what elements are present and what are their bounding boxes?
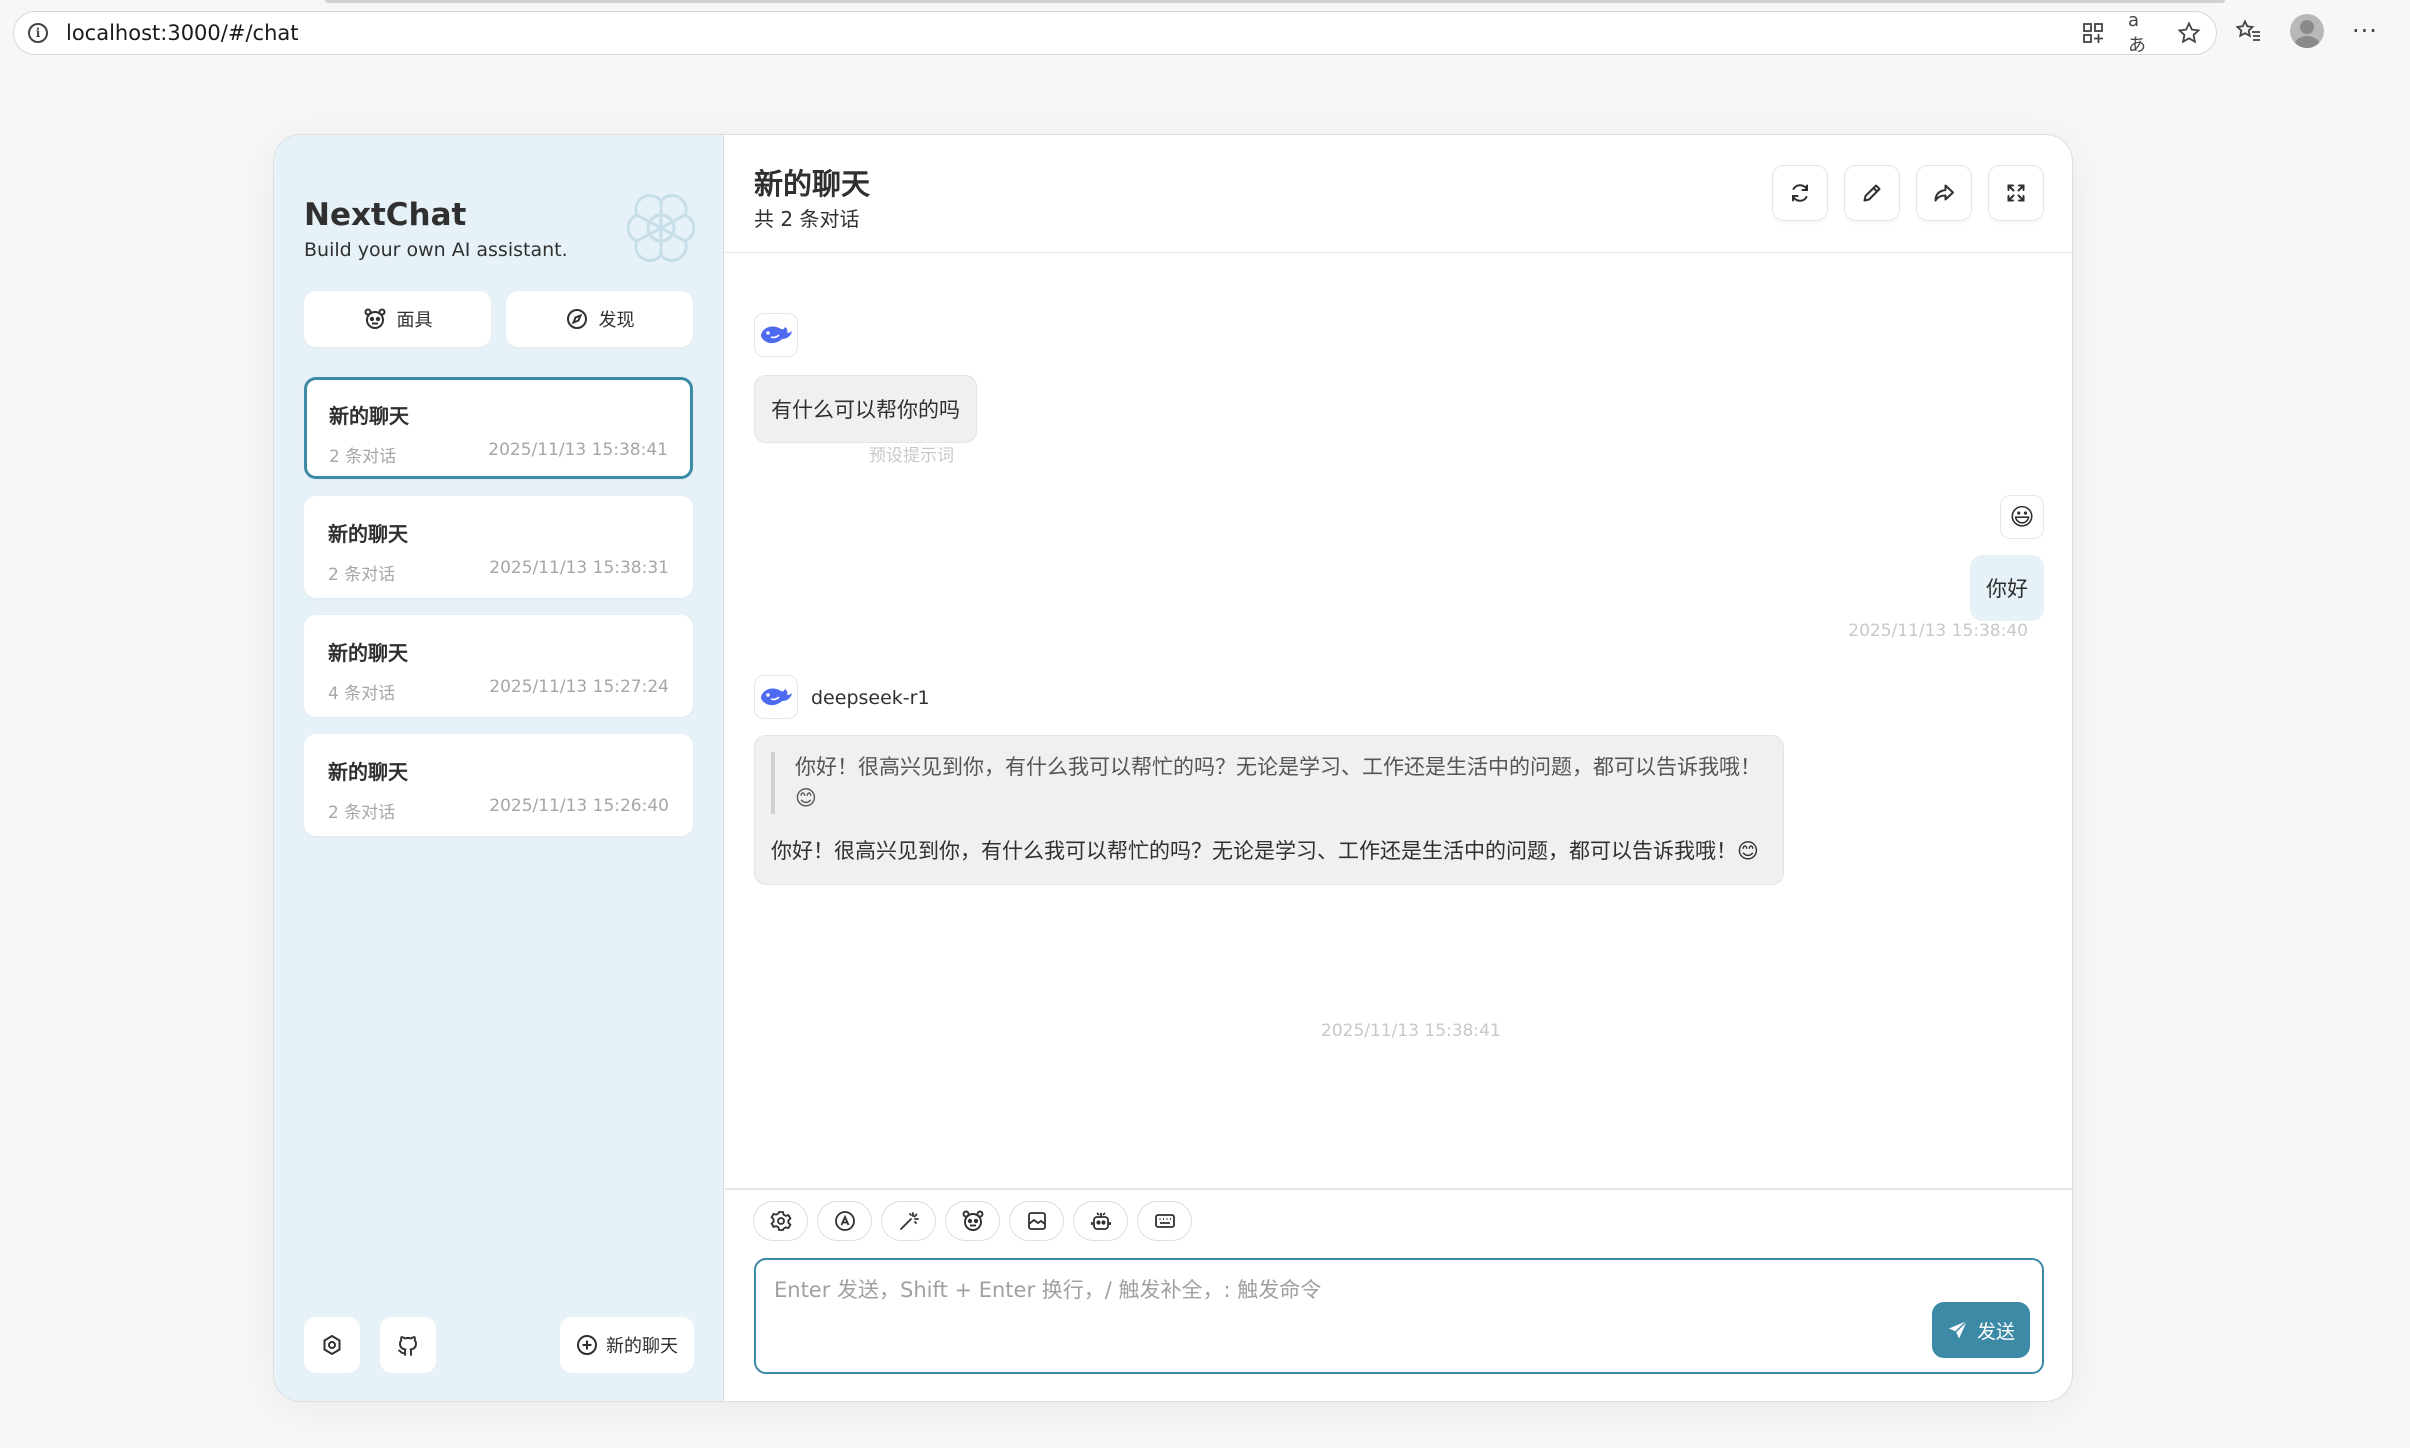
mask-button[interactable]: 面具 [304,291,491,347]
github-button[interactable] [380,1317,436,1373]
user-message[interactable]: 你好 [1970,555,2044,621]
chat-count: 2 条对话 [328,803,396,823]
discover-button[interactable]: 发现 [506,291,693,347]
fullscreen-button[interactable] [1988,165,2044,221]
clear-context-button[interactable] [1009,1201,1064,1241]
brand-title: NextChat [304,197,467,233]
github-icon [398,1336,417,1356]
send-icon [1948,1320,1968,1339]
prompt-button[interactable] [881,1201,936,1241]
refresh-button[interactable] [1772,165,1828,221]
add-circle-icon [577,1335,597,1355]
chat-count: 2 条对话 [329,447,397,467]
bot-avatar [754,675,798,719]
app-window: NextChat Build your own AI assistant. 面具… [273,134,2073,1402]
deepseek-whale-icon [761,688,792,706]
user-avatar: 😃 [2000,495,2044,539]
fullscreen-icon [2007,184,2025,202]
read-aloud-icon[interactable]: aあ [2128,10,2154,56]
chat-title: 新的聊天 [328,760,408,784]
message-text: 你好 [1986,577,2028,601]
brand-subtitle: Build your own AI assistant. [304,239,568,261]
mask-icon [962,1210,983,1231]
magic-wand-icon [899,1212,919,1230]
info-icon[interactable]: i [28,23,48,43]
url-text[interactable]: localhost:3000/#/chat [66,21,299,45]
mask-button-label: 面具 [396,310,433,331]
favorite-star-icon[interactable] [2176,20,2202,46]
chat-date: 2025/11/13 15:38:41 [488,440,668,460]
assistant-message[interactable]: 有什么可以帮你的吗 [754,375,977,443]
app-grid-icon[interactable] [2080,20,2106,46]
profile-icon[interactable] [2290,14,2324,48]
refresh-icon [1792,184,1808,202]
thinking-block: 你好！很高兴见到你，有什么我可以帮忙的吗？无论是学习、工作还是生活中的问题，都可… [771,752,1767,814]
settings-button[interactable] [304,1317,360,1373]
mask-icon [363,307,387,331]
share-icon [1934,184,1954,202]
chat-message-count: 共 2 条对话 [754,207,860,231]
pencil-icon [1863,184,1881,202]
chat-list-item[interactable]: 新的聊天 2 条对话 2025/11/13 15:38:41 [304,377,693,479]
mask-picker-button[interactable] [945,1201,1000,1241]
chat-list-item[interactable]: 新的聊天 2 条对话 2025/11/13 15:26:40 [304,734,693,836]
chat-panel: 新的聊天 共 2 条对话 有什么可以帮你的吗 预设提示词 😃 你好 2025/1… [725,135,2072,1401]
chat-count: 4 条对话 [328,684,396,704]
tab-strip [325,0,2225,3]
chat-list-item[interactable]: 新的聊天 2 条对话 2025/11/13 15:38:31 [304,496,693,598]
sidebar: NextChat Build your own AI assistant. 面具… [274,135,724,1401]
model-name: deepseek-r1 [811,687,930,709]
send-button-label: 发送 [1976,1320,2015,1343]
deepseek-whale-icon [761,326,792,344]
chat-date: 2025/11/13 15:26:40 [489,796,669,816]
more-icon[interactable]: ··· [2352,17,2378,45]
browser-toolbar: i localhost:3000/#/chat aあ ··· [0,0,2410,64]
message-time: 2025/11/13 15:38:40 [1848,621,2028,641]
auto-theme-icon [834,1211,855,1231]
send-button[interactable]: 发送 [1932,1302,2030,1358]
message-meta: 预设提示词 [869,446,954,466]
message-time: 2025/11/13 15:38:41 [1321,1021,1501,1041]
new-chat-button-label: 新的聊天 [606,1336,678,1357]
chat-input[interactable] [774,1274,1854,1354]
compass-icon [565,307,589,331]
chat-title-heading[interactable]: 新的聊天 [754,161,870,203]
chat-title: 新的聊天 [329,404,409,428]
favorites-list-icon[interactable] [2236,18,2262,44]
chat-settings-button[interactable] [753,1201,808,1241]
bot-avatar [754,313,798,357]
discover-button-label: 发现 [598,310,635,331]
chat-title: 新的聊天 [328,641,408,665]
model-select-button[interactable] [1073,1201,1128,1241]
theme-button[interactable] [817,1201,872,1241]
robot-icon [1090,1212,1111,1230]
image-icon [1027,1212,1046,1230]
message-text: 你好！很高兴见到你，有什么我可以帮忙的吗？无论是学习、工作还是生活中的问题，都可… [771,839,1759,863]
keyboard-icon [1154,1214,1175,1228]
input-toolbar [753,1201,1192,1241]
chat-title: 新的聊天 [328,522,408,546]
chat-count: 2 条对话 [328,565,396,585]
chat-input-box: 发送 [754,1258,2044,1374]
chat-date: 2025/11/13 15:38:31 [489,558,669,578]
divider [725,1188,2072,1190]
openai-logo-icon [626,194,696,262]
assistant-message[interactable]: 你好！很高兴见到你，有什么我可以帮忙的吗？无论是学习、工作还是生活中的问题，都可… [754,735,1784,885]
edit-button[interactable] [1844,165,1900,221]
chat-header: 新的聊天 共 2 条对话 [725,135,2072,253]
new-chat-button[interactable]: 新的聊天 [560,1317,694,1373]
share-button[interactable] [1916,165,1972,221]
message-text: 有什么可以帮你的吗 [771,398,960,422]
shortcut-button[interactable] [1137,1201,1192,1241]
address-bar[interactable]: i localhost:3000/#/chat aあ [13,10,2217,56]
settings-icon [323,1334,341,1356]
user-emoji: 😃 [2009,503,2035,531]
settings-icon [769,1211,792,1231]
chat-date: 2025/11/13 15:27:24 [489,677,669,697]
chat-list-item[interactable]: 新的聊天 4 条对话 2025/11/13 15:27:24 [304,615,693,717]
